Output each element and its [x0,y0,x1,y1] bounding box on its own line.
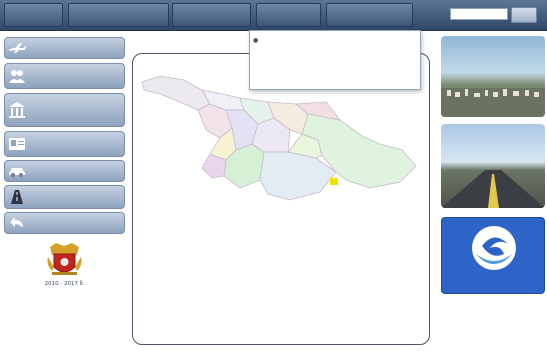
banner-regional-development[interactable] [441,36,545,117]
road-photo-icon [441,170,545,208]
banner-road-department[interactable] [441,124,545,208]
crest-block: 2010 - 2017 წ. [4,237,125,323]
sidebar-item-2[interactable] [4,63,125,89]
sidebar-item-7[interactable] [4,212,125,234]
regions-map [141,75,417,201]
map-highlight-marker[interactable] [330,178,338,185]
city-photo-icon [441,88,545,117]
crest-caption: 2010 - 2017 წ. [4,281,125,288]
sidebar-item-1[interactable] [4,37,125,59]
nav-item-4[interactable] [256,3,321,27]
back-arrow-icon [5,213,29,233]
submenu-dropdown: ● [249,30,421,90]
bullet-icon: ● [253,37,259,44]
building-icon [5,94,29,126]
search-button[interactable] [511,7,537,23]
nav-item-2[interactable] [68,3,169,27]
nav-item-3[interactable] [172,3,251,27]
top-navigation-bar [0,0,547,31]
sidebar-item-5[interactable] [4,160,125,182]
sidebar-item-6[interactable] [4,185,125,209]
road-icon [5,186,29,208]
sidebar-item-3[interactable] [4,93,125,127]
crest-caption-line: 2010 - 2017 წ. [44,281,85,287]
document-icon [5,132,29,156]
nav-item-1[interactable] [4,3,63,27]
car-icon [5,161,29,181]
map-region-abkhazia[interactable] [141,75,211,111]
water-logo-icon [472,226,516,270]
search-input[interactable] [450,8,508,20]
nav-item-5[interactable] [326,3,413,27]
people-icon [5,64,29,88]
banner-water-supply[interactable] [441,217,545,294]
plane-icon [5,38,29,58]
coat-of-arms-icon [47,243,82,275]
sidebar-item-4[interactable] [4,131,125,157]
